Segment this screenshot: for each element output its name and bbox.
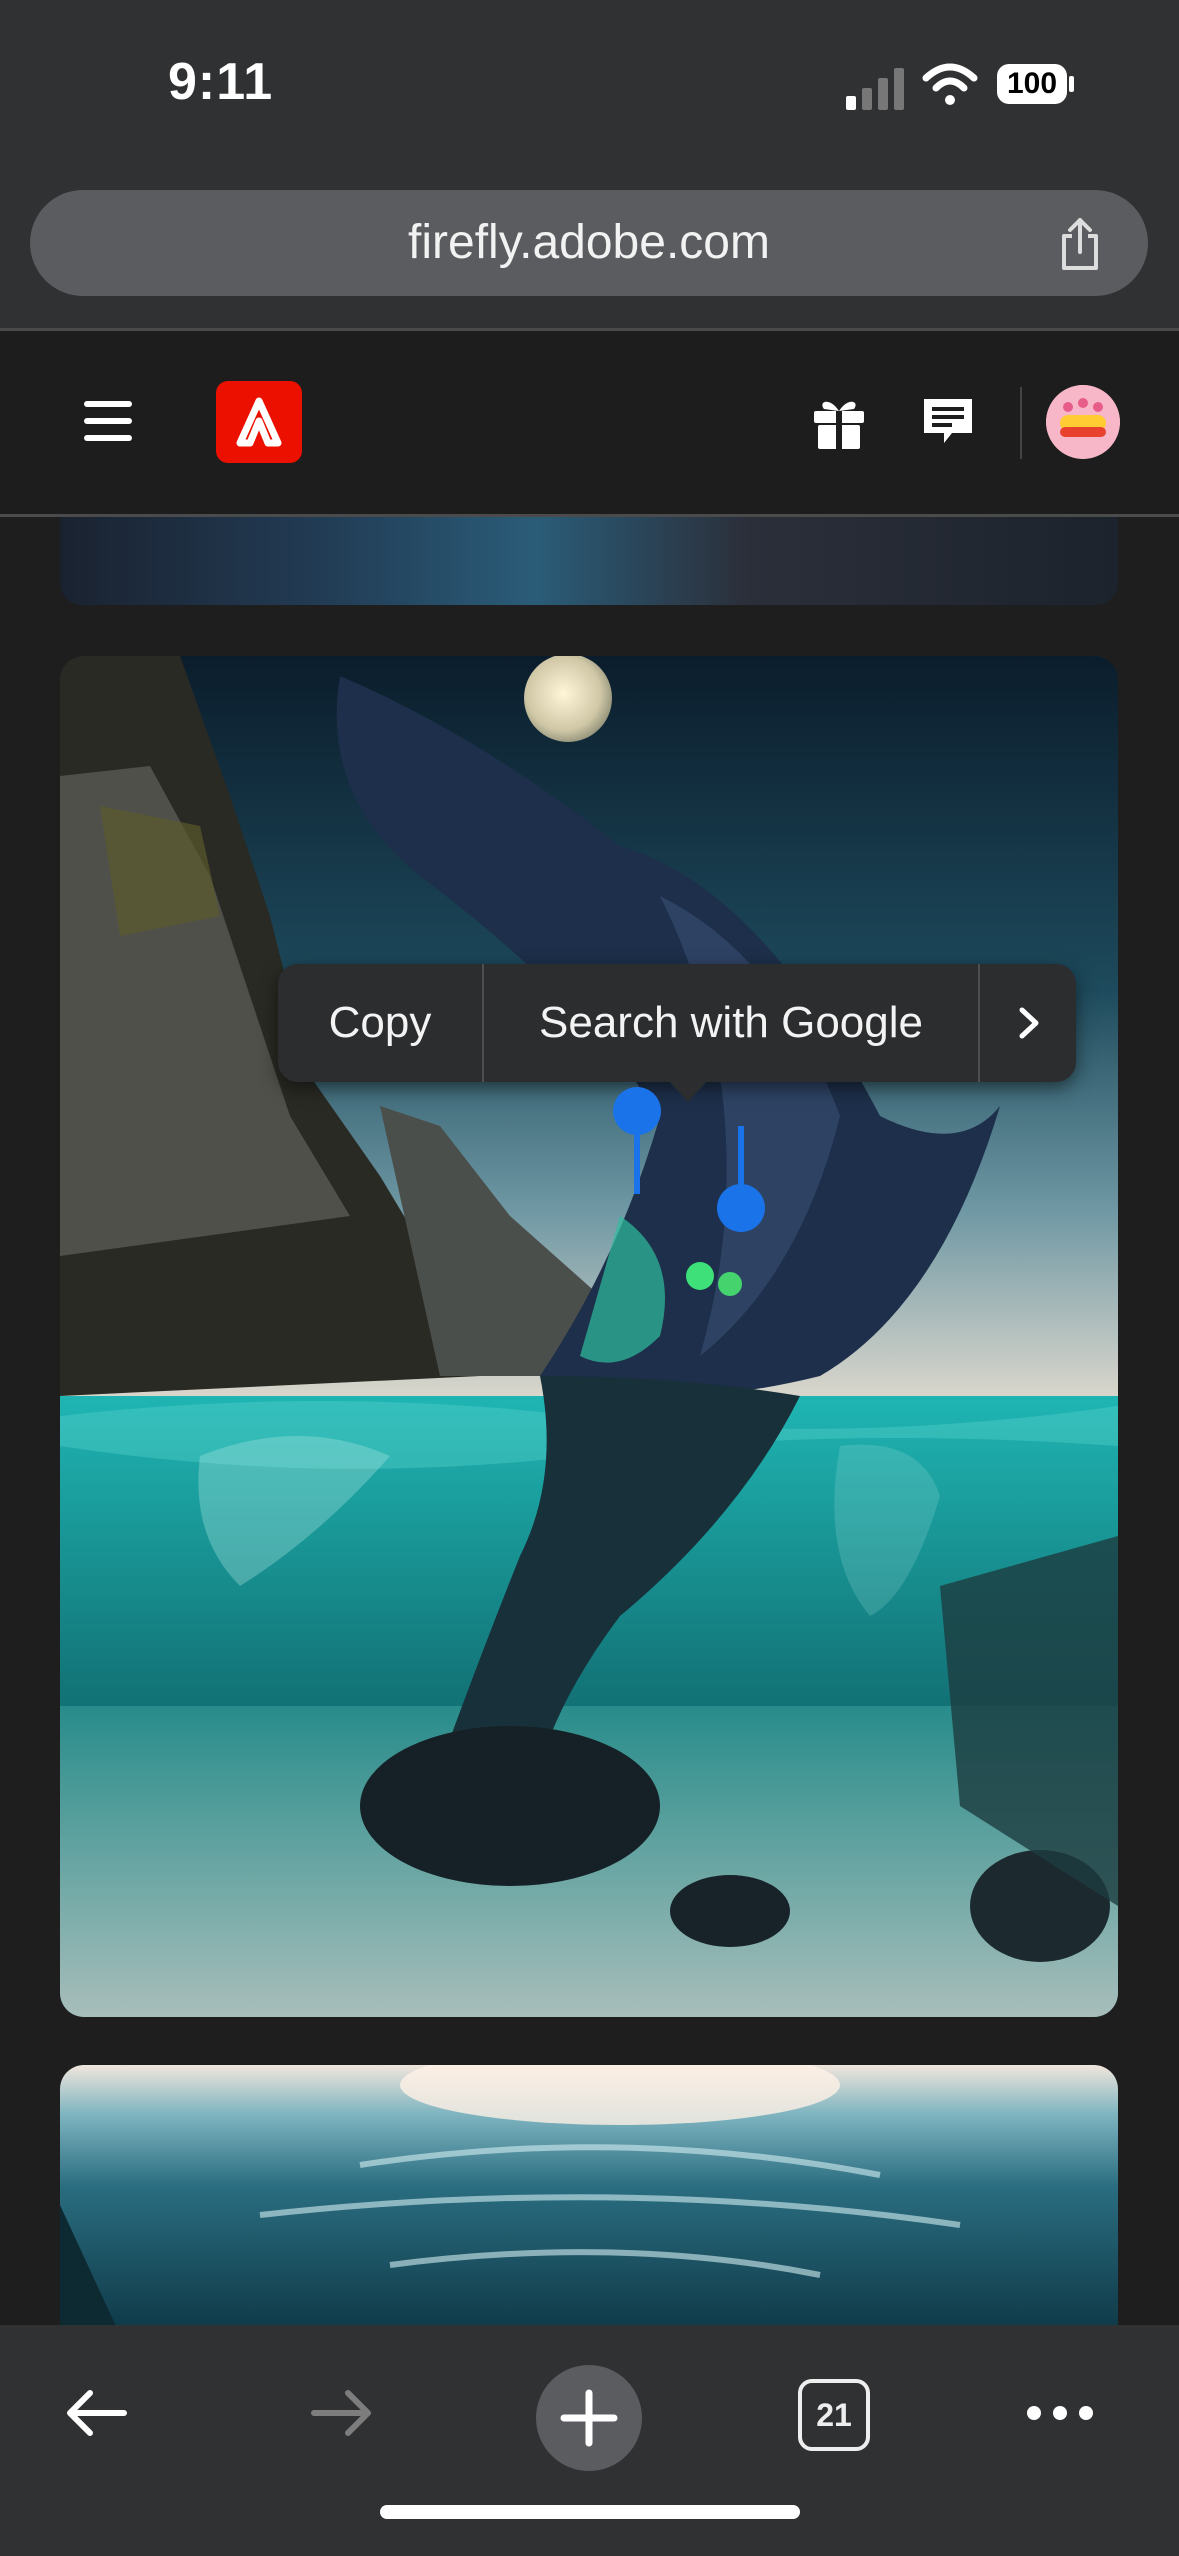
tabs-button[interactable]: 21 <box>798 2379 870 2451</box>
browser-toolbar: 21 <box>0 2325 1179 2556</box>
hamburger-menu-icon[interactable] <box>84 399 132 443</box>
plus-icon <box>560 2389 618 2447</box>
menu-pointer <box>668 1080 708 1102</box>
status-time: 9:11 <box>168 53 274 111</box>
cellular-signal-icon <box>846 68 904 110</box>
gift-icon[interactable] <box>810 393 868 451</box>
firefly-header <box>0 331 1179 517</box>
header-divider <box>1020 387 1022 459</box>
forward-arrow-icon[interactable] <box>306 2377 378 2449</box>
back-arrow-icon[interactable] <box>60 2377 132 2449</box>
battery-level: 100 <box>1006 67 1058 100</box>
avatar[interactable] <box>1046 385 1120 459</box>
share-icon[interactable] <box>1052 216 1108 272</box>
image-gallery <box>0 517 1179 2325</box>
selection-start-handle[interactable] <box>612 1086 662 1196</box>
status-bar: 9:11 100 <box>0 0 1179 160</box>
generated-image-next[interactable] <box>60 2065 1118 2325</box>
wifi-icon <box>922 63 978 105</box>
tab-count: 21 <box>816 2397 852 2433</box>
generated-image-previous[interactable] <box>60 517 1118 605</box>
url-text: firefly.adobe.com <box>408 216 770 269</box>
selection-end-handle[interactable] <box>716 1124 766 1234</box>
browser-address-bar: firefly.adobe.com <box>0 160 1179 331</box>
chat-icon[interactable] <box>920 393 976 449</box>
chevron-right-icon[interactable] <box>980 964 1076 1082</box>
text-selection-menu: Copy Search with Google <box>278 964 1076 1102</box>
search-with-google-menu-item[interactable]: Search with Google <box>484 964 978 1082</box>
home-indicator[interactable] <box>380 2505 800 2519</box>
copy-menu-item[interactable]: Copy <box>278 964 484 1082</box>
url-field[interactable]: firefly.adobe.com <box>30 190 1148 296</box>
battery-icon: 100 <box>996 62 1076 106</box>
more-options-icon[interactable] <box>1020 2389 1100 2437</box>
adobe-logo[interactable] <box>216 381 302 463</box>
generated-image-underwater-scene[interactable] <box>60 656 1118 2017</box>
new-tab-button[interactable] <box>536 2365 642 2471</box>
